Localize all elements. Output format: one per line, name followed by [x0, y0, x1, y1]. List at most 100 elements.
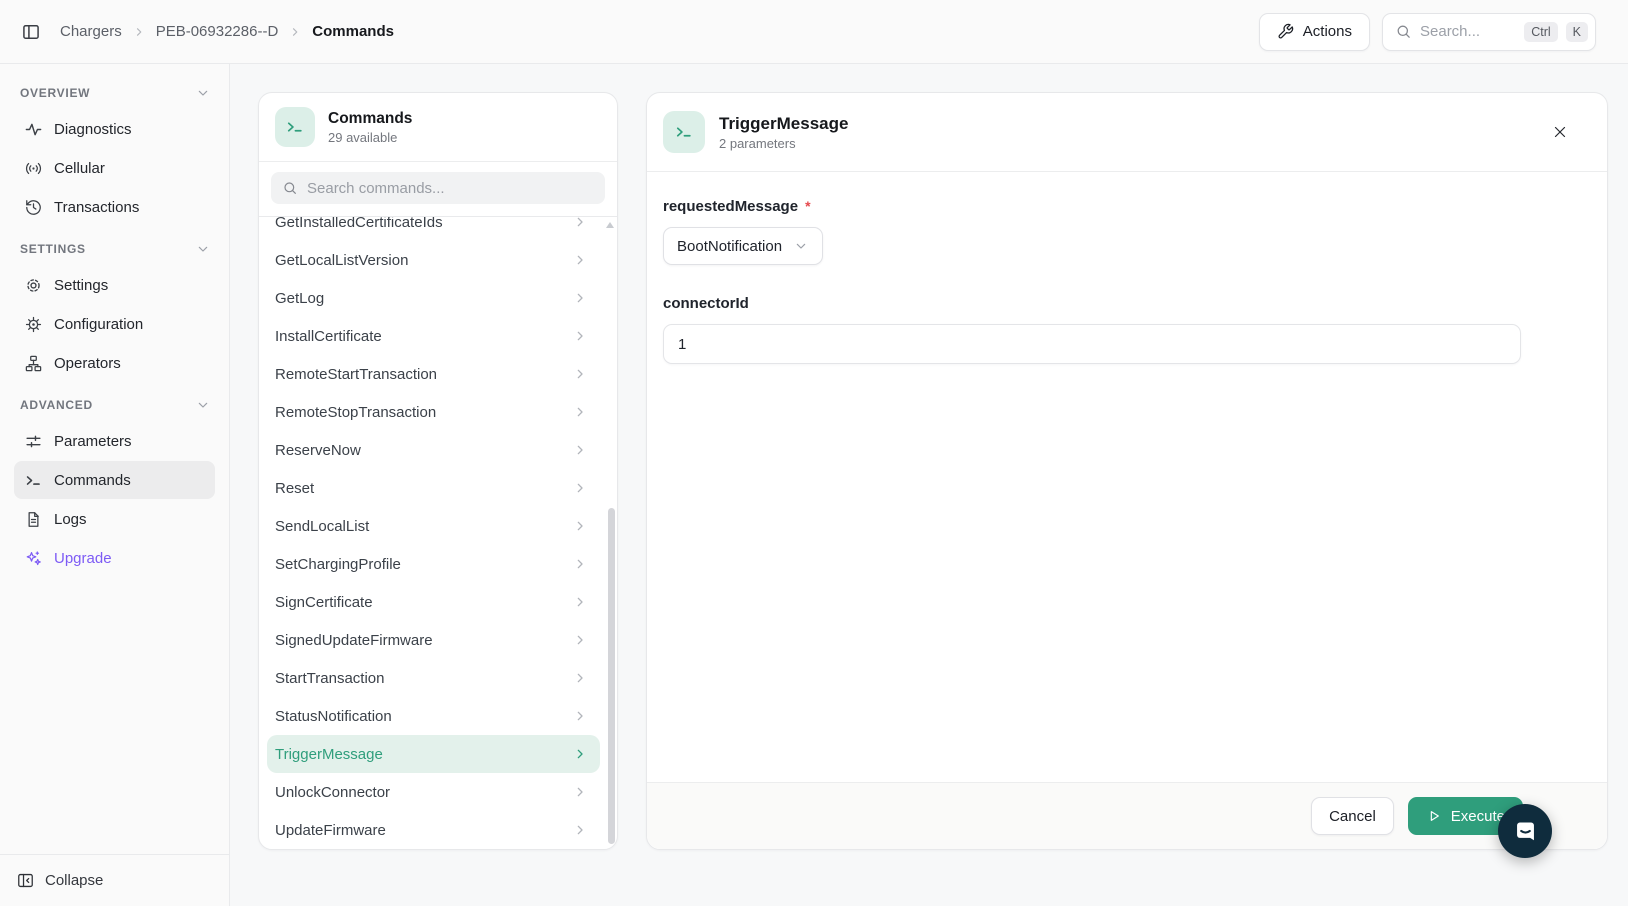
sidebar-item-label: Upgrade	[54, 549, 112, 567]
chevron-right-icon	[572, 290, 588, 306]
sidebar-section: SETTINGS Settings Configuration Operator…	[14, 232, 215, 382]
command-list-item[interactable]: GetLocalListVersion	[267, 241, 600, 279]
sidebar-item-transactions[interactable]: Transactions	[14, 188, 215, 226]
chevron-right-icon	[572, 594, 588, 610]
topbar-right: Actions Ctrl K	[1258, 12, 1596, 51]
sidebar-item-operators[interactable]: Operators	[14, 344, 215, 382]
sidebar-item-label: Diagnostics	[54, 120, 132, 138]
chevron-right-icon	[572, 632, 588, 648]
chevron-right-icon	[572, 708, 588, 724]
search-icon	[282, 180, 298, 196]
sidebar-item-label: Commands	[54, 471, 131, 489]
chevron-right-icon	[572, 822, 588, 838]
section-items: Settings Configuration Operators	[14, 266, 215, 382]
activity-icon	[24, 120, 43, 139]
cellular-icon	[24, 159, 43, 178]
panel-left-icon	[21, 22, 41, 42]
global-search[interactable]: Ctrl K	[1382, 12, 1596, 51]
command-list-item[interactable]: InstallCertificate	[267, 317, 600, 355]
detail-panel-header: TriggerMessage 2 parameters	[647, 93, 1607, 172]
form-field: connectorId	[663, 295, 1521, 364]
chevron-down-icon	[195, 85, 211, 101]
breadcrumb: Chargers PEB-06932286--D Commands	[60, 23, 394, 40]
command-list-item[interactable]: GetLog	[267, 279, 600, 317]
sidebar-section-header[interactable]: OVERVIEW	[14, 76, 215, 110]
sidebar-item-cellular[interactable]: Cellular	[14, 149, 215, 187]
main-content: Commands 29 available GetInstalledCertif…	[230, 64, 1628, 906]
select-value: BootNotification	[677, 237, 783, 255]
sidebar-footer: Collapse	[0, 854, 229, 906]
command-label: SignCertificate	[275, 593, 373, 611]
sparkles-icon	[24, 549, 43, 568]
collapse-button[interactable]: Collapse	[12, 867, 107, 894]
terminal-icon	[663, 111, 705, 153]
command-list-item[interactable]: SendLocalList	[267, 507, 600, 545]
command-list-item[interactable]: SetChargingProfile	[267, 545, 600, 583]
sidebar-item-upgrade[interactable]: Upgrade	[14, 539, 215, 577]
scrollbar-thumb[interactable]	[608, 507, 615, 844]
command-list-item[interactable]: RemoteStopTransaction	[267, 393, 600, 431]
command-list-item[interactable]: TriggerMessage	[267, 735, 600, 773]
breadcrumb-item[interactable]: Chargers	[60, 23, 122, 40]
chat-launcher-button[interactable]	[1498, 804, 1552, 858]
command-list-item[interactable]: SignCertificate	[267, 583, 600, 621]
sidebar-item-commands[interactable]: Commands	[14, 461, 215, 499]
sidebar-item-diagnostics[interactable]: Diagnostics	[14, 110, 215, 148]
command-list-item[interactable]: UpdateFirmware	[267, 811, 600, 849]
commands-panel-titles: Commands 29 available	[328, 109, 412, 145]
sidebar-section-header[interactable]: SETTINGS	[14, 232, 215, 266]
sidebar-item-logs[interactable]: Logs	[14, 500, 215, 538]
detail-parameters-count: 2 parameters	[719, 136, 796, 152]
command-label: RemoteStartTransaction	[275, 365, 438, 383]
document-icon	[24, 510, 43, 529]
commands-search-input[interactable]	[307, 179, 594, 197]
chevron-right-icon	[572, 480, 588, 496]
command-list-item[interactable]: GetInstalledCertificateIds	[267, 216, 600, 241]
global-search-input[interactable]	[1420, 23, 1517, 40]
history-icon	[24, 198, 43, 217]
sidebar-item-label: Configuration	[54, 315, 144, 333]
sidebar-item-label: Parameters	[54, 432, 132, 450]
field-label: requestedMessage *	[663, 198, 811, 215]
chevron-right-icon	[572, 518, 588, 534]
cancel-button-label: Cancel	[1329, 807, 1376, 825]
close-button[interactable]	[1545, 117, 1575, 147]
sidebar-item-configuration[interactable]: Configuration	[14, 305, 215, 343]
topbar-left: Chargers PEB-06932286--D Commands	[14, 15, 394, 49]
collapse-label: Collapse	[45, 872, 104, 889]
chevron-right-icon	[288, 25, 302, 39]
breadcrumb-item[interactable]: PEB-06932286--D	[156, 23, 279, 40]
command-label: GetInstalledCertificateIds	[275, 216, 443, 231]
chevron-right-icon	[572, 328, 588, 344]
sidebar-item-settings[interactable]: Settings	[14, 266, 215, 304]
field-label: connectorId	[663, 295, 749, 312]
command-list-item[interactable]: ReserveNow	[267, 431, 600, 469]
commands-search[interactable]	[271, 172, 605, 204]
breadcrumb-item[interactable]: Commands	[312, 23, 394, 40]
sidebar-toggle-button[interactable]	[14, 15, 48, 49]
chevron-right-icon	[572, 784, 588, 800]
sidebar-section-header[interactable]: ADVANCED	[14, 388, 215, 422]
command-list-item[interactable]: SignedUpdateFirmware	[267, 621, 600, 659]
command-label: SetChargingProfile	[275, 555, 401, 573]
cancel-button[interactable]: Cancel	[1311, 797, 1394, 835]
detail-panel-titles: TriggerMessage 2 parameters	[719, 113, 848, 151]
command-list-item[interactable]: StartTransaction	[267, 659, 600, 697]
command-label: UnlockConnector	[275, 783, 391, 801]
sidebar: OVERVIEW Diagnostics Cellular Transactio…	[0, 64, 230, 906]
chevron-right-icon	[572, 556, 588, 572]
sidebar-item-parameters[interactable]: Parameters	[14, 422, 215, 460]
actions-button[interactable]: Actions	[1258, 12, 1370, 51]
chevron-right-icon	[572, 217, 588, 230]
kbd-ctrl: Ctrl	[1524, 21, 1558, 42]
form-field: requestedMessage * BootNotification	[663, 198, 1521, 265]
scrollbar-up-arrow[interactable]	[606, 222, 614, 228]
command-list-item[interactable]: UnlockConnector	[267, 773, 600, 811]
command-list-item[interactable]: RemoteStartTransaction	[267, 355, 600, 393]
command-list-item[interactable]: Reset	[267, 469, 600, 507]
command-list-item[interactable]: StatusNotification	[267, 697, 600, 735]
text-input[interactable]	[663, 324, 1521, 364]
chevron-down-icon	[195, 397, 211, 413]
section-label: OVERVIEW	[20, 86, 91, 100]
select-dropdown[interactable]: BootNotification	[663, 227, 824, 265]
